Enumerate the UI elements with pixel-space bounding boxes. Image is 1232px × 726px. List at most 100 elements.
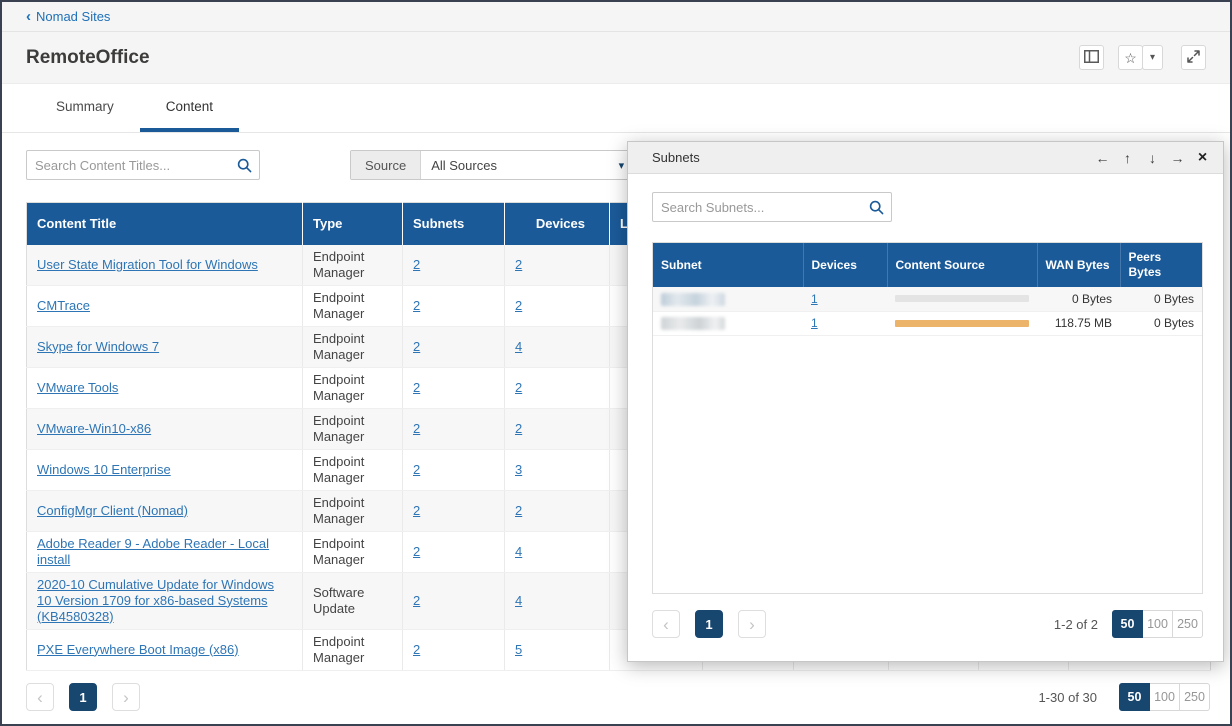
subnets-count-link[interactable]: 2 (413, 544, 420, 559)
subnets-count-link[interactable]: 2 (413, 503, 420, 518)
breadcrumb-label: Nomad Sites (36, 9, 110, 24)
close-button[interactable]: × (1190, 146, 1215, 170)
content-type: Endpoint Manager (313, 290, 364, 321)
prev-page-button[interactable]: ‹ (26, 683, 54, 711)
page-1-button[interactable]: 1 (695, 610, 723, 638)
column-header-content-title[interactable]: Content Title (27, 203, 303, 245)
content-title-link[interactable]: 2020-10 Cumulative Update for Windows 10… (37, 577, 274, 624)
subnet-devices-link[interactable]: 1 (811, 316, 818, 330)
search-icon[interactable] (861, 200, 891, 215)
subnets-search-box (652, 192, 892, 222)
source-select-value: All Sources (431, 158, 497, 173)
devices-count-link[interactable]: 5 (515, 642, 522, 657)
subnet-row: 1 0 Bytes 0 Bytes (653, 287, 1202, 311)
content-title-link[interactable]: User State Migration Tool for Windows (37, 257, 258, 272)
page-title: RemoteOffice (26, 47, 150, 69)
subnet-name-redacted[interactable] (661, 293, 725, 306)
content-title-link[interactable]: VMware-Win10-x86 (37, 421, 151, 436)
dock-left-button[interactable]: ← (1090, 146, 1115, 170)
page-size-50-button[interactable]: 50 (1112, 610, 1143, 638)
page-size-100-button[interactable]: 100 (1149, 683, 1180, 711)
column-header-subnet[interactable]: Subnet (653, 243, 803, 287)
subnets-count-link[interactable]: 2 (413, 642, 420, 657)
subnet-devices-link[interactable]: 1 (811, 292, 818, 306)
next-page-button[interactable]: › (738, 610, 766, 638)
content-title-link[interactable]: Adobe Reader 9 - Adobe Reader - Local in… (37, 536, 269, 567)
content-title-link[interactable]: Skype for Windows 7 (37, 339, 159, 354)
subnets-count-link[interactable]: 2 (413, 421, 420, 436)
column-header-peers-bytes[interactable]: Peers Bytes (1120, 243, 1202, 287)
tab-bar: Summary Content (2, 84, 1230, 133)
content-title-link[interactable]: CMTrace (37, 298, 90, 313)
subnets-search-input[interactable] (653, 200, 861, 215)
next-page-button[interactable]: › (112, 683, 140, 711)
subnets-count-link[interactable]: 2 (413, 593, 420, 608)
breadcrumb-back-link[interactable]: ‹ Nomad Sites (26, 9, 110, 24)
subnets-count-link[interactable]: 2 (413, 298, 420, 313)
subnets-count-link[interactable]: 2 (413, 462, 420, 477)
chevron-left-icon: ‹ (663, 616, 669, 633)
expand-button[interactable] (1181, 45, 1206, 70)
page-size-100-button[interactable]: 100 (1142, 610, 1173, 638)
column-header-subnets[interactable]: Subnets (403, 203, 505, 245)
content-type: Endpoint Manager (313, 634, 364, 665)
column-header-wan-bytes[interactable]: WAN Bytes (1037, 243, 1120, 287)
devices-count-link[interactable]: 2 (515, 503, 522, 518)
content-type: Endpoint Manager (313, 372, 364, 403)
peers-bytes-value: 0 Bytes (1120, 287, 1202, 311)
content-search-input[interactable] (27, 158, 229, 173)
favorite-star-button[interactable]: ☆ (1118, 45, 1143, 70)
content-title-link[interactable]: PXE Everywhere Boot Image (x86) (37, 642, 239, 657)
dock-right-button[interactable]: → (1165, 146, 1190, 170)
arrow-right-icon: → (1171, 150, 1185, 166)
devices-count-link[interactable]: 2 (515, 380, 522, 395)
dock-down-button[interactable]: ↓ (1140, 146, 1165, 170)
column-header-devices[interactable]: Devices (803, 243, 887, 287)
source-select[interactable]: All Sources ▾ (421, 151, 634, 179)
dock-up-button[interactable]: ↑ (1115, 146, 1140, 170)
arrow-left-icon: ← (1096, 150, 1110, 166)
tab-content[interactable]: Content (140, 84, 239, 132)
devices-count-link[interactable]: 4 (515, 593, 522, 608)
subnets-count-link[interactable]: 2 (413, 339, 420, 354)
content-source-bar (895, 320, 1029, 327)
page-size-250-button[interactable]: 250 (1172, 610, 1203, 638)
content-title-link[interactable]: ConfigMgr Client (Nomad) (37, 503, 188, 518)
source-filter: Source All Sources ▾ (350, 150, 635, 180)
devices-count-link[interactable]: 2 (515, 421, 522, 436)
column-header-content-source[interactable]: Content Source (887, 243, 1037, 287)
content-type: Endpoint Manager (313, 331, 364, 362)
devices-count-link[interactable]: 4 (515, 544, 522, 559)
subnets-count-link[interactable]: 2 (413, 257, 420, 272)
content-title-link[interactable]: Windows 10 Enterprise (37, 462, 171, 477)
content-title-link[interactable]: VMware Tools (37, 380, 118, 395)
page-1-button[interactable]: 1 (69, 683, 97, 711)
subnets-table: Subnet Devices Content Source WAN Bytes … (653, 243, 1203, 336)
devices-count-link[interactable]: 2 (515, 298, 522, 313)
chevron-down-icon: ▾ (619, 159, 625, 172)
content-type: Endpoint Manager (313, 536, 364, 567)
page-size-250-button[interactable]: 250 (1179, 683, 1210, 711)
tab-summary[interactable]: Summary (30, 84, 140, 132)
column-header-devices[interactable]: Devices (505, 203, 610, 245)
column-header-type[interactable]: Type (303, 203, 403, 245)
content-pagination: ‹ 1 › 1-30 of 30 50 100 250 (26, 683, 1210, 711)
search-icon[interactable] (229, 158, 259, 173)
subnet-name-redacted[interactable] (661, 317, 725, 330)
favorite-dropdown-button[interactable]: ▾ (1142, 45, 1163, 70)
app-window: ‹ Nomad Sites RemoteOffice ☆ ▾ (0, 0, 1232, 726)
devices-count-link[interactable]: 2 (515, 257, 522, 272)
pagination-range: 1-30 of 30 (1038, 690, 1097, 705)
source-filter-label: Source (351, 151, 421, 179)
page-size-50-button[interactable]: 50 (1119, 683, 1150, 711)
content-type: Endpoint Manager (313, 413, 364, 444)
title-bar: RemoteOffice ☆ ▾ (2, 32, 1230, 84)
subnets-panel-header[interactable]: Subnets ← ↑ ↓ → × (628, 142, 1223, 174)
star-icon: ☆ (1124, 51, 1137, 65)
subnets-panel: Subnets ← ↑ ↓ → × (627, 141, 1224, 662)
devices-count-link[interactable]: 3 (515, 462, 522, 477)
devices-count-link[interactable]: 4 (515, 339, 522, 354)
subnets-count-link[interactable]: 2 (413, 380, 420, 395)
prev-page-button[interactable]: ‹ (652, 610, 680, 638)
columns-layout-button[interactable] (1079, 45, 1104, 70)
